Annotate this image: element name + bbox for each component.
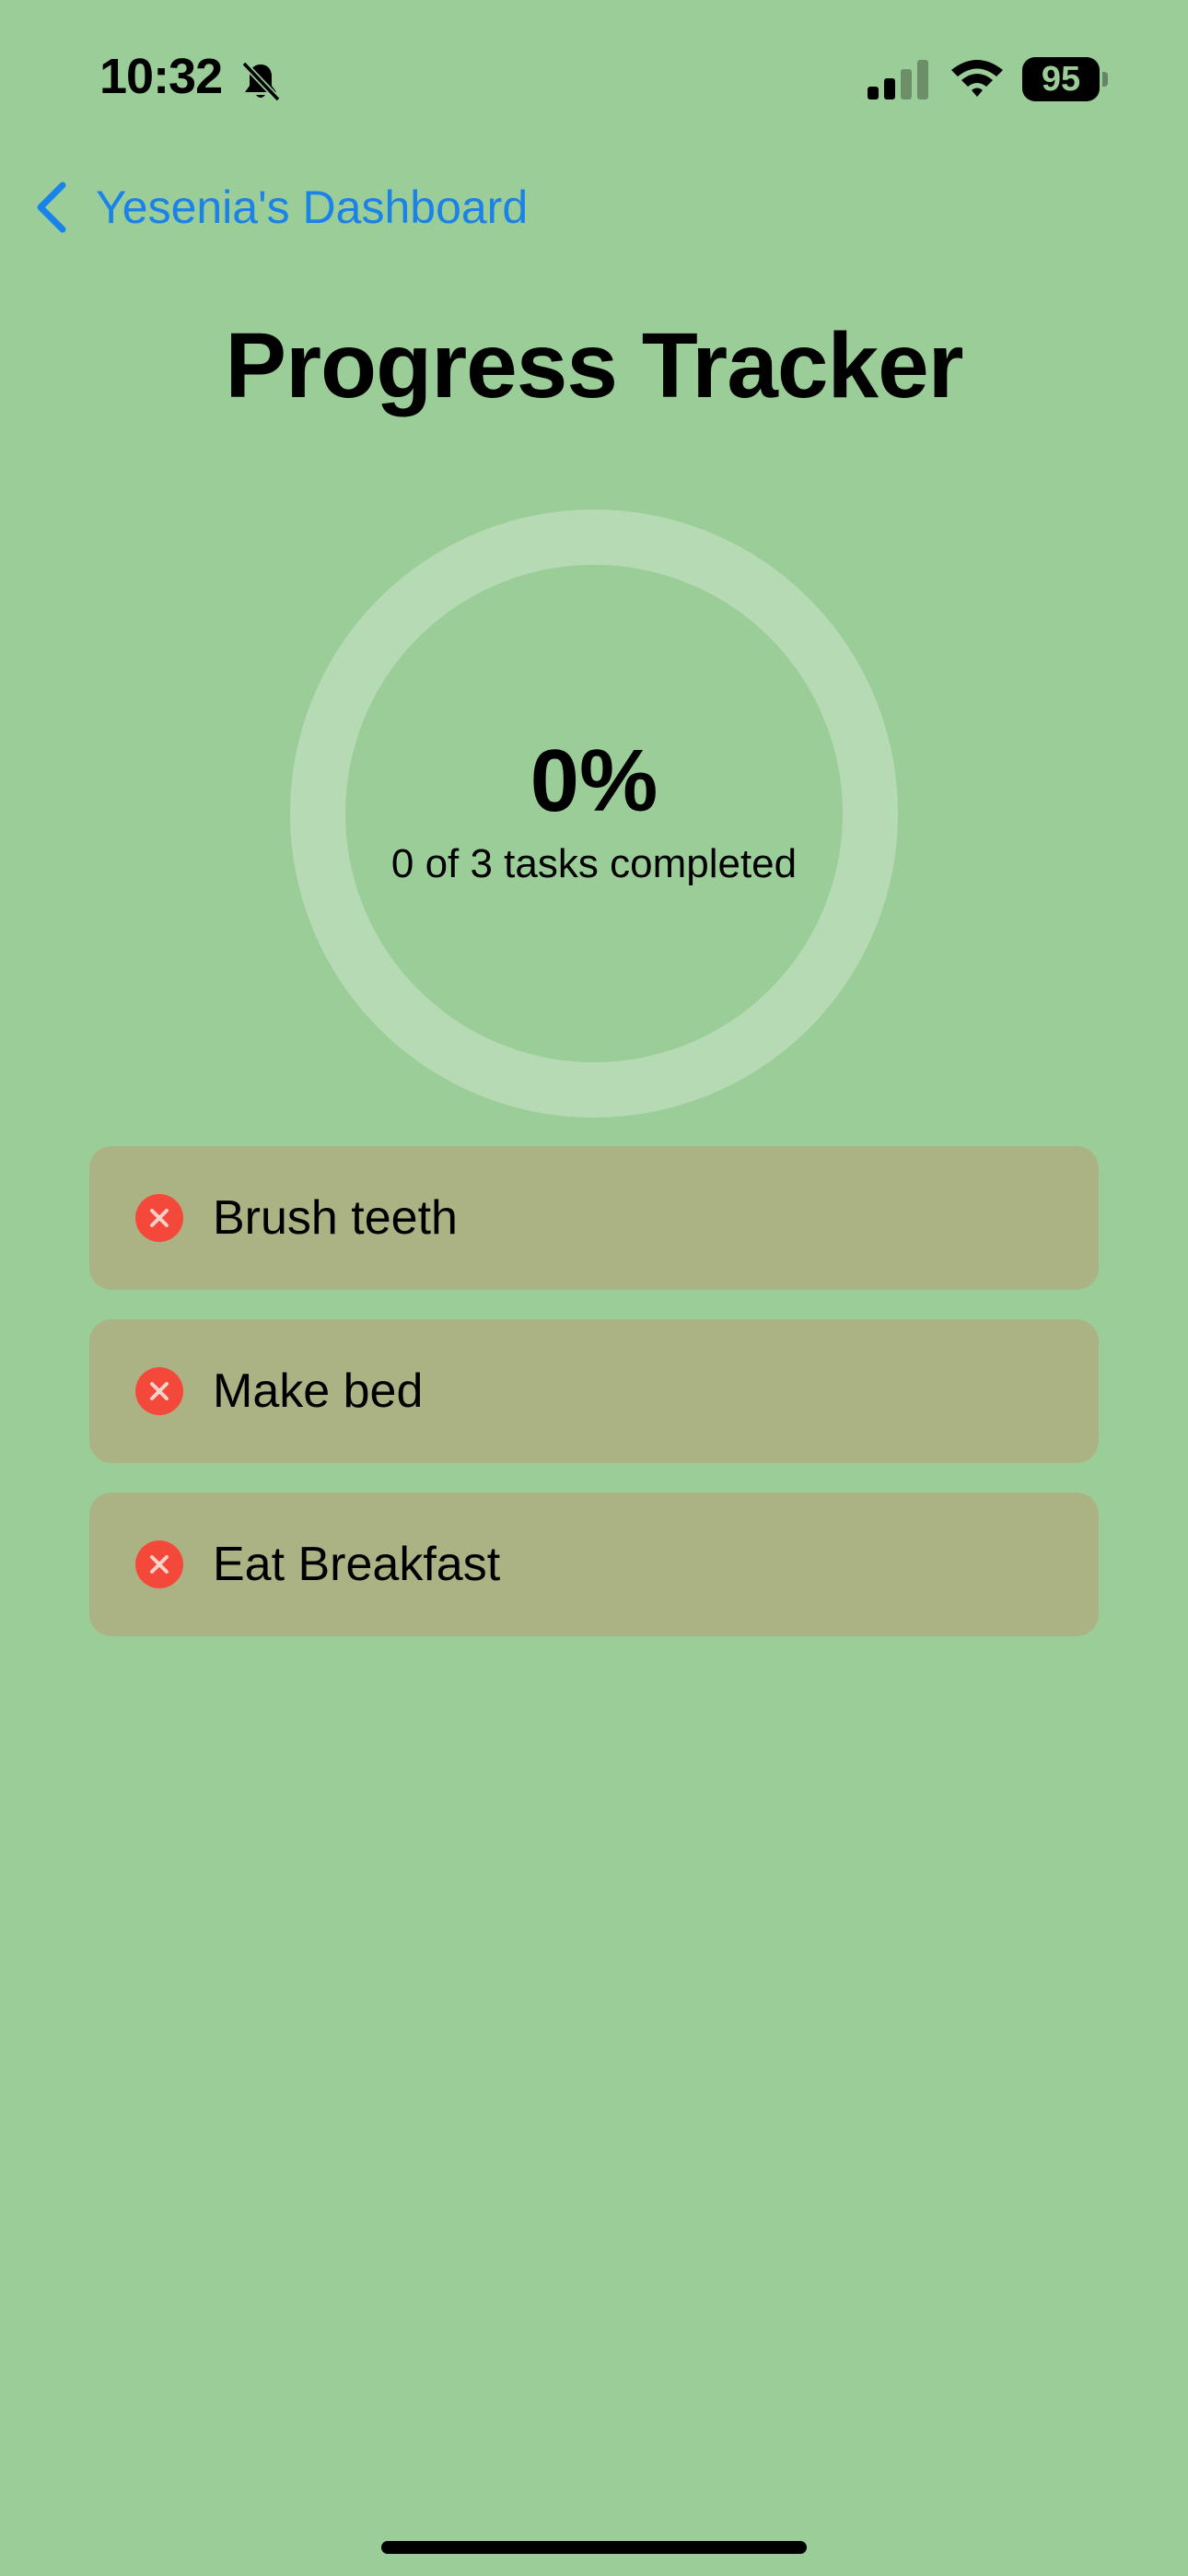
task-item[interactable]: Brush teeth [89, 1146, 1099, 1290]
wifi-icon [951, 60, 1003, 97]
x-circle-icon [135, 1194, 183, 1242]
task-item[interactable]: Eat Breakfast [89, 1493, 1099, 1636]
progress-percent: 0% [530, 732, 658, 830]
signal-icon [868, 60, 928, 100]
battery-level: 95 [1022, 57, 1100, 101]
bell-slash-icon [241, 61, 281, 102]
battery-icon: 95 [1022, 57, 1108, 101]
status-bar: 10:32 95 [0, 0, 1188, 157]
progress-ring: 0% 0 of 3 tasks completed [290, 509, 898, 1118]
task-label: Make bed [213, 1364, 424, 1418]
task-label: Eat Breakfast [213, 1538, 501, 1591]
status-time: 10:32 [99, 49, 223, 104]
page-title: Progress Tracker [225, 314, 963, 417]
back-button[interactable]: Yesenia's Dashboard [33, 175, 528, 240]
chevron-left-icon [37, 181, 66, 233]
x-circle-icon [135, 1540, 183, 1588]
progress-caption: 0 of 3 tasks completed [390, 841, 798, 886]
task-item[interactable]: Make bed [89, 1319, 1099, 1463]
task-label: Brush teeth [213, 1191, 458, 1245]
task-list: Brush teeth Make bed Eat Breakfast [89, 1146, 1099, 1666]
home-indicator[interactable] [381, 2541, 807, 2554]
battery-cap [1102, 72, 1108, 87]
back-label: Yesenia's Dashboard [96, 181, 529, 233]
x-circle-icon [135, 1367, 183, 1415]
